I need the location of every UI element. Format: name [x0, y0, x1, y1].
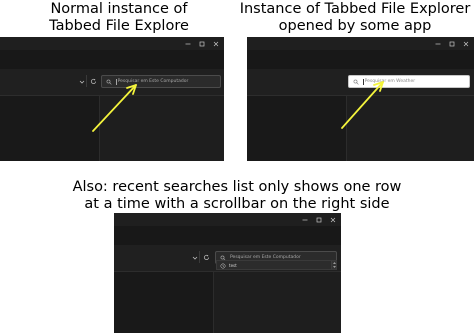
- close-icon[interactable]: [329, 216, 337, 224]
- search-icon: [106, 79, 112, 85]
- details-pane: [213, 272, 341, 333]
- window-controls: [301, 214, 337, 225]
- title-bar: [247, 37, 474, 50]
- toolbar-divider: [86, 75, 87, 87]
- search-input[interactable]: Pesquisar em Este Computador: [101, 75, 221, 88]
- refresh-icon[interactable]: [202, 253, 211, 262]
- maximize-icon[interactable]: [198, 40, 206, 48]
- title-bar: [114, 213, 341, 226]
- scroll-down-icon[interactable]: [332, 265, 336, 269]
- refresh-icon[interactable]: [89, 77, 98, 86]
- close-icon[interactable]: [462, 40, 470, 48]
- window-controls: [184, 38, 220, 49]
- window-controls: [434, 38, 470, 49]
- caption-normal: Normal instance of Tabbed File Explore: [8, 1, 230, 35]
- comparison-figure: Normal instance of Tabbed File Explore I…: [0, 0, 474, 333]
- title-bar: [0, 37, 224, 50]
- explorer-window-app: Pesquisar em Weather: [247, 37, 474, 161]
- history-icon: [220, 263, 226, 269]
- details-pane: [99, 96, 224, 161]
- caption-app: Instance of Tabbed File Explorer opened …: [236, 1, 474, 35]
- recent-search-text: test: [229, 263, 237, 268]
- caption-normal-line1: Normal instance of: [50, 1, 188, 17]
- tab-strip: [0, 50, 224, 69]
- maximize-icon[interactable]: [315, 216, 323, 224]
- text-cursor: [116, 78, 117, 85]
- close-icon[interactable]: [212, 40, 220, 48]
- caption-app-line2: opened by some app: [278, 18, 432, 34]
- tab-strip: [114, 226, 341, 245]
- search-placeholder: Pesquisar em Este Computador: [117, 79, 189, 84]
- scrollbar[interactable]: [331, 261, 336, 269]
- caption-also-line2: at a time with a scrollbar on the right …: [84, 196, 390, 212]
- toolbar-divider: [199, 251, 200, 263]
- minimize-icon[interactable]: [184, 40, 192, 48]
- recent-searches-list: test: [216, 260, 337, 270]
- address-toolbar: Pesquisar em Weather: [247, 69, 474, 96]
- address-toolbar: Pesquisar em Este Computador: [0, 69, 224, 96]
- explorer-window-recent-searches: Pesquisar em Este Computador test: [114, 213, 341, 333]
- tab-strip: [247, 50, 474, 69]
- caption-app-line1: Instance of Tabbed File Explorer: [239, 1, 471, 17]
- search-placeholder: Pesquisar em Weather: [364, 79, 416, 84]
- text-cursor: [363, 78, 364, 85]
- caption-also: Also: recent searches list only shows on…: [0, 179, 474, 213]
- maximize-icon[interactable]: [448, 40, 456, 48]
- minimize-icon[interactable]: [301, 216, 309, 224]
- chevron-down-icon[interactable]: [190, 253, 199, 262]
- details-pane: [346, 96, 474, 161]
- caption-normal-line2: Tabbed File Explore: [49, 18, 189, 34]
- search-input[interactable]: Pesquisar em Weather: [348, 75, 470, 88]
- recent-search-item[interactable]: test: [217, 261, 331, 270]
- explorer-window-normal: Pesquisar em Este Computador: [0, 37, 224, 161]
- search-icon: [353, 79, 359, 85]
- caption-also-line1: Also: recent searches list only shows on…: [72, 179, 402, 195]
- chevron-down-icon[interactable]: [77, 77, 86, 86]
- minimize-icon[interactable]: [434, 40, 442, 48]
